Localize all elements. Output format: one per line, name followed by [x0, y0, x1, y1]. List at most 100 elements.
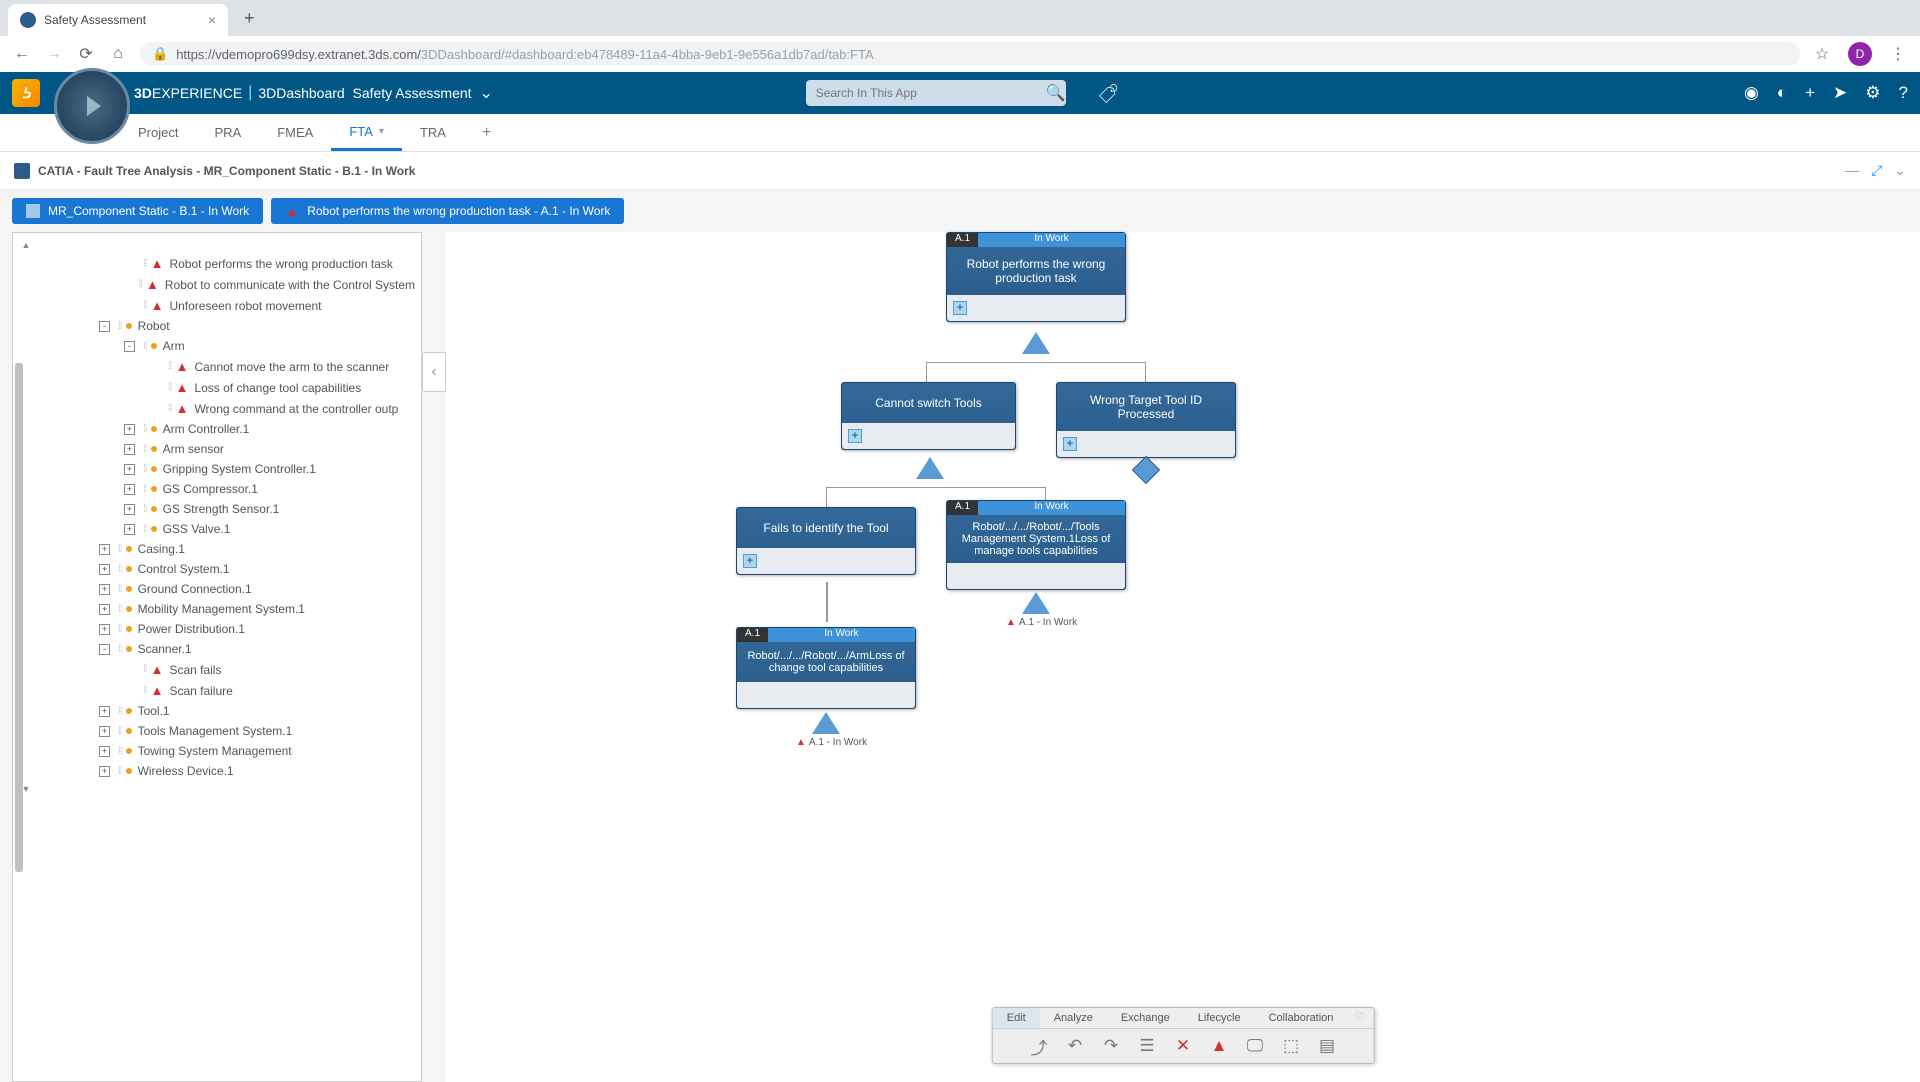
export-icon[interactable]: ⤴	[1028, 1035, 1050, 1057]
triangle-gate-icon[interactable]	[1022, 592, 1050, 614]
ft-wrong-target[interactable]: Wrong Target Tool ID Processed +	[1056, 382, 1236, 458]
grip-icon[interactable]: ⁞⁞	[118, 321, 122, 332]
browser-tab[interactable]: Safety Assessment ×	[8, 4, 228, 36]
grip-icon[interactable]: ⁞⁞	[143, 424, 147, 435]
tree-item[interactable]: +⁞⁞GS Compressor.1	[13, 479, 421, 499]
profile-avatar[interactable]: D	[1848, 42, 1872, 66]
ds-logo[interactable]: ᕊ	[12, 79, 40, 107]
expander-icon[interactable]: +	[99, 726, 110, 737]
grip-icon[interactable]: ⁞⁞	[143, 464, 147, 475]
side-panel-toggle[interactable]: ‹	[422, 352, 446, 392]
dashboard-name[interactable]: 3DDashboard Safety Assessment	[258, 85, 471, 101]
expand-node-icon[interactable]: +	[1063, 437, 1077, 451]
close-tab-icon[interactable]: ×	[208, 12, 216, 28]
back-button[interactable]: ←	[12, 45, 32, 63]
collapse-button[interactable]: ⤢	[1871, 162, 1882, 179]
tree-item[interactable]: +⁞⁞Power Distribution.1	[13, 619, 421, 639]
bb-tab-exchange[interactable]: Exchange	[1107, 1008, 1184, 1028]
grip-icon[interactable]: ⁞⁞	[118, 766, 122, 777]
favorite-icon[interactable]: ♡	[1347, 1008, 1373, 1028]
new-tab-button[interactable]: +	[236, 8, 263, 29]
redo-icon[interactable]: ↷	[1100, 1035, 1122, 1057]
grip-icon[interactable]: ⁞⁞	[143, 444, 147, 455]
nav-tab-fmea[interactable]: FMEA	[259, 114, 331, 151]
expander-icon[interactable]: +	[124, 484, 135, 495]
home-button[interactable]: ⌂	[108, 45, 128, 63]
expander-icon[interactable]: -	[99, 321, 110, 332]
tree-scrollbar[interactable]	[15, 363, 23, 872]
expand-node-icon[interactable]: +	[743, 554, 757, 568]
tree-item[interactable]: +⁞⁞Control System.1	[13, 559, 421, 579]
triangle-gate-icon[interactable]	[812, 712, 840, 734]
expander-icon[interactable]: -	[124, 341, 135, 352]
menu-icon[interactable]: ⋮	[1888, 44, 1908, 64]
bb-tab-collaboration[interactable]: Collaboration	[1255, 1008, 1348, 1028]
share-icon[interactable]: ➤	[1833, 83, 1847, 103]
nav-tab-fta[interactable]: FTA▾	[331, 114, 402, 151]
list-icon[interactable]: ☰	[1136, 1035, 1158, 1057]
expander-icon[interactable]: +	[99, 564, 110, 575]
tree-item[interactable]: +⁞⁞Tools Management System.1	[13, 721, 421, 741]
ft-arm-loss[interactable]: A.1In Work Robot/.../.../Robot/.../ArmLo…	[736, 627, 916, 709]
tree-item[interactable]: +⁞⁞Casing.1	[13, 539, 421, 559]
box-icon[interactable]: ⬚	[1280, 1035, 1302, 1057]
minimize-button[interactable]: —	[1845, 162, 1859, 179]
ft-fails-identify[interactable]: Fails to identify the Tool +	[736, 507, 916, 575]
expander-icon[interactable]: +	[99, 624, 110, 635]
grip-icon[interactable]: ⁞⁞	[143, 484, 147, 495]
reload-button[interactable]: ⟳	[76, 44, 96, 64]
notification-icon[interactable]: ◐	[1777, 83, 1787, 103]
url-input[interactable]: 🔒 https://vdemopro699dsy.extranet.3ds.co…	[140, 42, 1800, 66]
expand-node-icon[interactable]: +	[953, 301, 967, 315]
expander-icon[interactable]: +	[124, 444, 135, 455]
properties-icon[interactable]: ▤	[1316, 1035, 1338, 1057]
bb-tab-lifecycle[interactable]: Lifecycle	[1184, 1008, 1255, 1028]
expander-icon[interactable]: +	[99, 746, 110, 757]
ft-tools-mgmt[interactable]: A.1In Work Robot/.../.../Robot/.../Tools…	[946, 500, 1126, 590]
grip-icon[interactable]: ⁞⁞	[118, 544, 122, 555]
add-icon[interactable]: +	[1805, 83, 1815, 103]
nav-tab-tra[interactable]: TRA	[402, 114, 464, 151]
tree-item[interactable]: +⁞⁞Gripping System Controller.1	[13, 459, 421, 479]
tree-item[interactable]: +⁞⁞GSS Valve.1	[13, 519, 421, 539]
ft-cannot-switch[interactable]: Cannot switch Tools +	[841, 382, 1016, 450]
context-tab[interactable]: Robot performs the wrong production task…	[271, 198, 624, 224]
expand-button[interactable]: ⌄	[1894, 162, 1906, 179]
nav-tab-pra[interactable]: PRA	[196, 114, 259, 151]
grip-icon[interactable]: ⁞⁞	[118, 564, 122, 575]
tree-item[interactable]: +⁞⁞GS Strength Sensor.1	[13, 499, 421, 519]
star-icon[interactable]: ☆	[1812, 44, 1832, 64]
grip-icon[interactable]: ⁞⁞	[118, 644, 122, 655]
grip-icon[interactable]: ⁞⁞	[143, 504, 147, 515]
tree-item[interactable]: -⁞⁞Robot	[13, 316, 421, 336]
grip-icon[interactable]: ⁞⁞	[168, 382, 172, 393]
tree-item[interactable]: -⁞⁞Scanner.1	[13, 639, 421, 659]
grip-icon[interactable]: ⁞⁞	[143, 341, 147, 352]
grip-icon[interactable]: ⁞⁞	[138, 279, 142, 290]
grip-icon[interactable]: ⁞⁞	[168, 361, 172, 372]
tree-item[interactable]: ⁞⁞Loss of change tool capabilities	[13, 377, 421, 398]
tree-item[interactable]: ⁞⁞Robot performs the wrong production ta…	[13, 253, 421, 274]
bb-tab-analyze[interactable]: Analyze	[1040, 1008, 1107, 1028]
forward-button[interactable]: →	[44, 45, 64, 63]
tree-item[interactable]: -⁞⁞Arm	[13, 336, 421, 356]
tree-item[interactable]: +⁞⁞Ground Connection.1	[13, 579, 421, 599]
grip-icon[interactable]: ⁞⁞	[143, 685, 147, 696]
diamond-gate-icon[interactable]	[1136, 460, 1156, 480]
delete-icon[interactable]: ✕	[1172, 1035, 1194, 1057]
expander-icon[interactable]: +	[99, 706, 110, 717]
tree-item[interactable]: ⁞⁞Scan failure	[13, 680, 421, 701]
tree-item[interactable]: +⁞⁞Arm Controller.1	[13, 419, 421, 439]
chevron-down-icon[interactable]: ⌄	[480, 83, 493, 103]
expander-icon[interactable]: +	[99, 604, 110, 615]
tree-item[interactable]: ⁞⁞Scan fails	[13, 659, 421, 680]
display-icon[interactable]: 🖵	[1244, 1035, 1266, 1057]
or-gate-icon[interactable]	[916, 457, 944, 479]
expander-icon[interactable]: -	[99, 644, 110, 655]
tree-item[interactable]: ⁞⁞Cannot move the arm to the scanner	[13, 356, 421, 377]
grip-icon[interactable]: ⁞⁞	[118, 706, 122, 717]
grip-icon[interactable]: ⁞⁞	[118, 726, 122, 737]
grip-icon[interactable]: ⁞⁞	[118, 746, 122, 757]
expander-icon[interactable]: +	[124, 424, 135, 435]
expander-icon[interactable]: +	[99, 766, 110, 777]
